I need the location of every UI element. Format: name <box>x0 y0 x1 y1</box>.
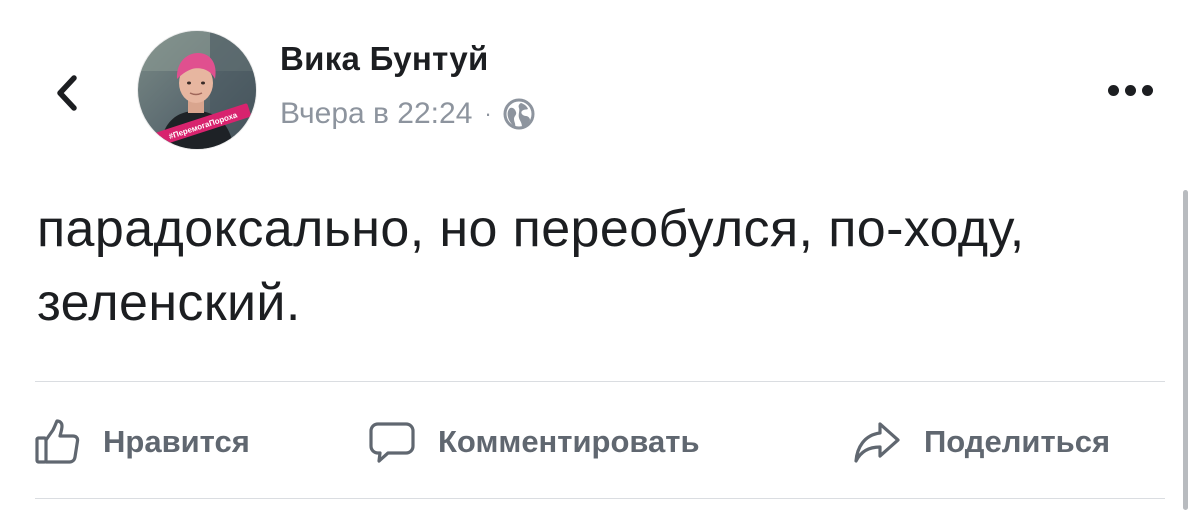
more-dots-icon <box>1124 84 1136 96</box>
post-meta: Вчера в 22:24 · <box>280 94 536 134</box>
comment-button[interactable]: Комментировать <box>368 414 700 470</box>
meta-separator: · <box>484 101 492 126</box>
scrollbar[interactable] <box>1183 190 1188 510</box>
share-label: Поделиться <box>924 424 1111 459</box>
like-button[interactable]: Нравится <box>33 414 250 470</box>
post-timestamp[interactable]: Вчера в 22:24 <box>280 97 472 131</box>
globe-icon[interactable] <box>502 97 536 131</box>
share-arrow-icon <box>852 418 902 466</box>
share-button[interactable]: Поделиться <box>852 414 1110 470</box>
more-dots-icon <box>1107 84 1119 96</box>
post-text: парадоксально, но переобулся, по-ходу, з… <box>37 200 1025 332</box>
divider <box>35 498 1165 499</box>
author-name[interactable]: Вика Бунтуй <box>280 40 489 78</box>
like-label: Нравится <box>103 424 250 459</box>
thumbs-up-icon <box>33 418 81 466</box>
divider <box>35 381 1165 382</box>
back-button[interactable] <box>44 70 90 116</box>
avatar[interactable]: #ПеремогаПороха <box>138 31 256 149</box>
chevron-left-icon <box>57 75 77 111</box>
more-dots-icon <box>1141 84 1153 96</box>
avatar-image: #ПеремогаПороха <box>138 31 256 149</box>
more-options-button[interactable] <box>1098 72 1162 108</box>
comment-bubble-icon <box>368 418 416 466</box>
comment-label: Комментировать <box>438 424 700 459</box>
action-bar: Нравится Комментировать Поделиться <box>0 400 1200 480</box>
